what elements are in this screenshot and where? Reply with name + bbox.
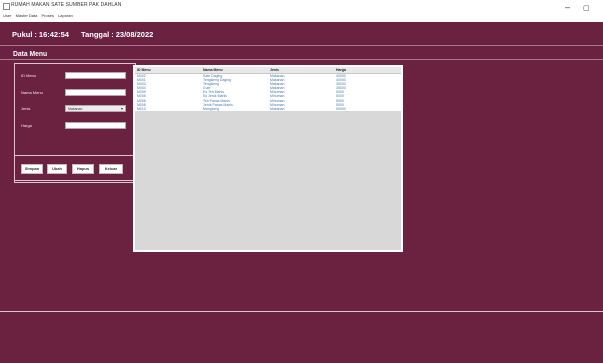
hapus-button[interactable]: Hapus (72, 164, 94, 174)
menu-table-panel: ID Menu Nama Menu Jenis Harga M002 Sate D… (133, 65, 403, 252)
nama-menu-field[interactable] (65, 89, 126, 96)
menu-bar: User Master Data Proses Laporan (3, 13, 76, 18)
chevron-down-icon: ▾ (120, 106, 123, 111)
column-header-id-menu[interactable]: ID Menu (137, 68, 151, 72)
maximize-button[interactable]: ▢ (583, 4, 590, 13)
harga-field[interactable] (65, 122, 126, 129)
time-label: Pukul (12, 30, 33, 39)
date-separator: : (111, 30, 114, 39)
table-cell-name: Mangberg (203, 106, 219, 111)
table-body: M002 Sate Daging Makanan 40000 M001 Tengkleng… (135, 74, 401, 111)
divider (0, 311, 603, 312)
id-menu-field[interactable] (65, 72, 126, 79)
clock-bar: Pukul:16:42:54 Tanggal:23/08/2022 (12, 30, 153, 39)
divider (0, 59, 603, 60)
jenis-select[interactable]: Makanan ▾ (65, 105, 126, 112)
jenis-selected-value: Makanan (68, 107, 83, 111)
column-header-harga[interactable]: Harga (336, 68, 346, 72)
id-menu-label: ID Menu (21, 73, 37, 78)
window-title: RUMAH MAKAN SATE SUMBER PAK DAHLAN (11, 2, 122, 8)
divider (0, 45, 603, 46)
ubah-button[interactable]: Ubah (47, 164, 67, 174)
page-title: Data Menu (13, 49, 48, 58)
date-label: Tanggal (81, 30, 110, 39)
column-header-nama-menu[interactable]: Nama Menu (203, 68, 223, 72)
date-value: 23/08/2022 (115, 30, 154, 39)
menu-proses[interactable]: Proses (42, 13, 54, 18)
table-cell-type: Makanan (270, 106, 285, 111)
table-header: ID Menu Nama Menu Jenis Harga (135, 67, 401, 74)
harga-label: Harga (21, 123, 32, 128)
menu-table: ID Menu Nama Menu Jenis Harga M002 Sate D… (135, 67, 401, 111)
column-header-jenis[interactable]: Jenis (270, 68, 279, 72)
menu-master-data[interactable]: Master Data (16, 13, 38, 18)
nama-menu-label: Nama Menu (21, 90, 43, 95)
keluar-button[interactable]: Keluar (99, 164, 123, 174)
table-cell-id: M010 (137, 106, 146, 111)
menu-user[interactable]: User (3, 13, 11, 18)
minimize-button[interactable]: – (565, 3, 570, 12)
button-panel: Simpan Ubah Hapus Keluar (14, 155, 134, 181)
title-bar: RUMAH MAKAN SATE SUMBER PAK DAHLAN User … (0, 0, 603, 22)
menu-laporan[interactable]: Laporan (58, 13, 73, 18)
jenis-label: Jenis (21, 106, 31, 111)
table-row[interactable]: M010 Mangberg Makanan 50000 (135, 106, 401, 111)
time-value: 16:42:54 (38, 30, 69, 39)
time-separator: : (34, 30, 37, 39)
app-icon (3, 3, 10, 10)
simpan-button[interactable]: Simpan (21, 164, 43, 174)
table-cell-price: 50000 (336, 106, 346, 111)
